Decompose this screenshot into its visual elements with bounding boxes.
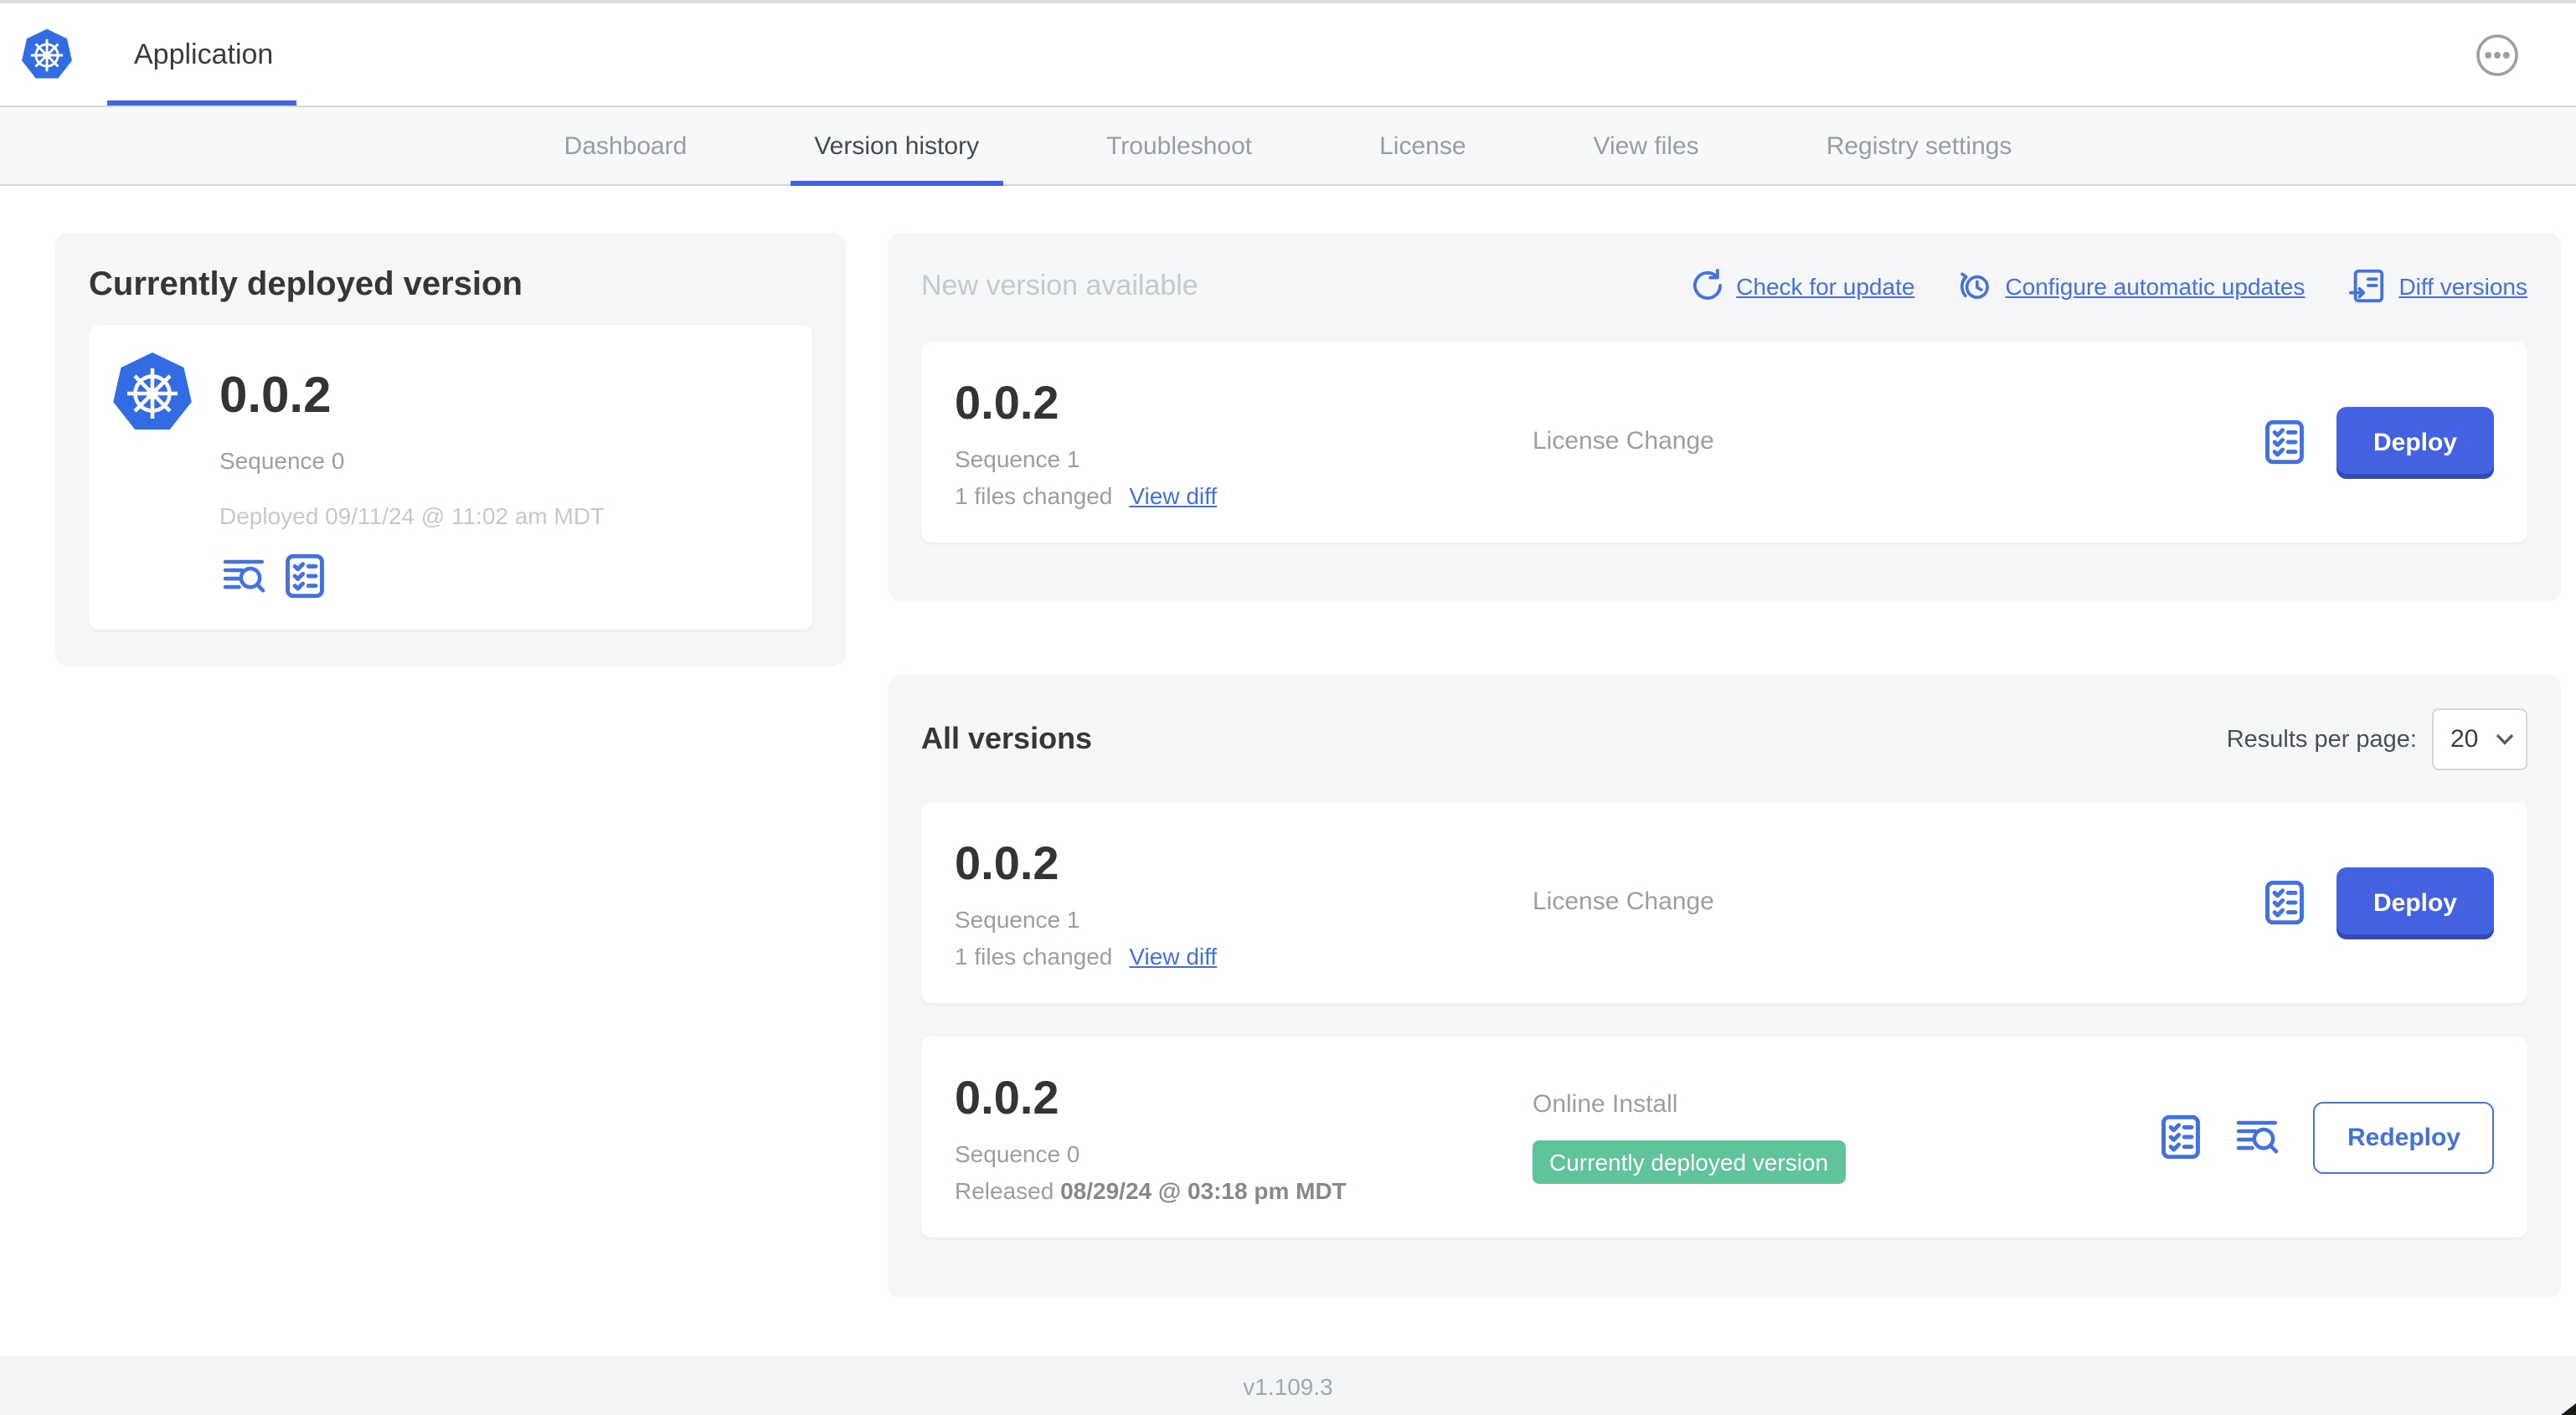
version-number: 0.0.2: [955, 1071, 1059, 1123]
version-sequence: Sequence 1: [955, 905, 1080, 932]
ellipsis-icon: [2476, 33, 2518, 75]
view-logs-icon[interactable]: [219, 556, 270, 596]
deployed-timestamp: Deployed 09/11/24 @ 11:02 am MDT: [219, 502, 605, 529]
console-version: v1.109.3: [1243, 1372, 1333, 1399]
tab-view-files[interactable]: View files: [1570, 107, 1723, 184]
new-version-title: New version available: [921, 269, 1198, 301]
preflight-checks-icon[interactable]: [2160, 1114, 2203, 1160]
released-timestamp: 08/29/24 @ 03:18 pm MDT: [1060, 1176, 1347, 1203]
check-for-update-link[interactable]: Check for update: [1689, 268, 1914, 303]
all-versions-title: All versions: [921, 722, 1093, 755]
app-header: Application: [0, 3, 2576, 105]
app-footer: v1.109.3: [0, 1356, 2576, 1415]
view-diff-link[interactable]: View diff: [1129, 481, 1217, 508]
kubernetes-icon: [111, 348, 194, 439]
version-row: 0.0.2 Sequence 1 1 files changed View di…: [921, 802, 2527, 1003]
version-sequence: Sequence 1: [955, 445, 1080, 471]
app-options-menu-button[interactable]: [2476, 33, 2519, 76]
deploy-button[interactable]: Deploy: [2336, 867, 2494, 939]
new-version-row: 0.0.2 Sequence 1 1 files changed View di…: [921, 342, 2527, 543]
active-app-indicator: [107, 100, 296, 105]
kubernetes-icon: [22, 28, 72, 78]
tab-troubleshoot[interactable]: Troubleshoot: [1083, 107, 1275, 184]
check-for-update-label: Check for update: [1736, 272, 1915, 299]
diff-versions-label: Diff versions: [2398, 272, 2527, 299]
preflight-checks-icon[interactable]: [2263, 419, 2306, 466]
results-per-page-label: Results per page:: [2226, 726, 2417, 753]
version-row: 0.0.2 Sequence 0 Released 08/29/24 @ 03:…: [921, 1037, 2527, 1237]
version-source: License Change: [1533, 888, 1714, 916]
all-versions-panel: All versions Results per page: 20 0.0.2 …: [888, 675, 2561, 1298]
right-column: New version available Check for update C…: [888, 233, 2561, 1298]
deployed-version-card: 0.0.2 Sequence 0 Deployed 09/11/24 @ 11:…: [89, 325, 812, 630]
preflight-checks-icon[interactable]: [2263, 879, 2306, 926]
files-changed-text: 1 files changed: [955, 942, 1113, 969]
files-changed-text: 1 files changed: [955, 481, 1113, 508]
currently-deployed-title: Currently deployed version: [89, 266, 523, 303]
deployed-version-number: 0.0.2: [219, 368, 332, 424]
redeploy-button[interactable]: Redeploy: [2313, 1101, 2494, 1173]
diff-versions-link[interactable]: Diff versions: [2348, 266, 2527, 305]
deployed-sequence: Sequence 0: [219, 447, 345, 474]
view-diff-link[interactable]: View diff: [1129, 942, 1217, 969]
currently-deployed-panel: Currently deployed version 0.0.2 Sequenc…: [55, 233, 846, 666]
currently-deployed-badge: Currently deployed version: [1533, 1140, 1846, 1184]
admin-console-page: Application Dashboard Version history Tr…: [0, 0, 2576, 1415]
main-content: Currently deployed version 0.0.2 Sequenc…: [0, 186, 2576, 1298]
released-prefix: Released: [955, 1176, 1054, 1203]
configure-automatic-updates-link[interactable]: Configure automatic updates: [1958, 268, 2305, 303]
page-tabbar: Dashboard Version history Troubleshoot L…: [0, 105, 2576, 186]
app-logo[interactable]: [20, 26, 74, 83]
version-source: License Change: [1533, 427, 1714, 455]
version-source: Online Install: [1533, 1090, 1678, 1119]
new-version-panel: New version available Check for update C…: [888, 233, 2561, 601]
app-title-tab[interactable]: Application: [134, 38, 273, 71]
diff-icon: [2349, 269, 2384, 303]
tab-version-history[interactable]: Version history: [791, 107, 1003, 186]
configure-automatic-updates-label: Configure automatic updates: [2005, 272, 2306, 299]
deploy-button[interactable]: Deploy: [2336, 406, 2494, 478]
tab-registry-settings[interactable]: Registry settings: [1803, 107, 2036, 184]
tab-license[interactable]: License: [1356, 107, 1489, 184]
results-per-page-select[interactable]: 20: [2432, 708, 2527, 770]
tab-dashboard[interactable]: Dashboard: [541, 107, 711, 184]
clock-update-icon: [1960, 272, 1990, 299]
version-sequence: Sequence 0: [955, 1140, 1080, 1166]
version-number: 0.0.2: [955, 836, 1059, 888]
version-number: 0.0.2: [955, 376, 1059, 428]
preflight-checks-icon[interactable]: [283, 553, 327, 599]
refresh-icon: [1692, 269, 1722, 300]
view-logs-icon[interactable]: [2233, 1117, 2284, 1157]
